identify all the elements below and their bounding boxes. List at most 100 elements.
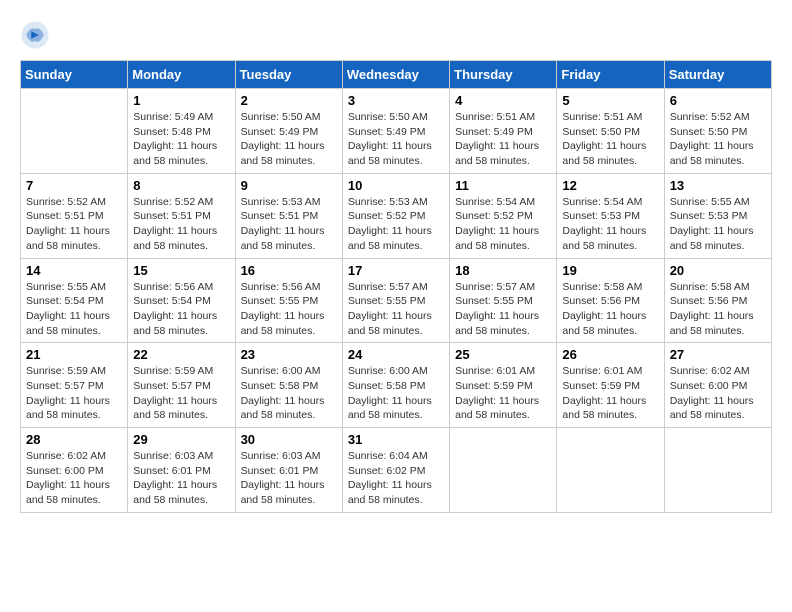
day-number: 5 [562,93,658,108]
day-number: 7 [26,178,122,193]
day-number: 13 [670,178,766,193]
day-info: Sunrise: 6:03 AM Sunset: 6:01 PM Dayligh… [133,449,229,508]
day-number: 23 [241,347,337,362]
day-number: 14 [26,263,122,278]
calendar-cell: 13Sunrise: 5:55 AM Sunset: 5:53 PM Dayli… [664,173,771,258]
day-number: 30 [241,432,337,447]
calendar-cell: 22 Sunrise: 5:59 AM Sunset: 5:57 PM Dayli… [128,343,235,428]
day-info: Sunrise: 5:53 AM Sunset: 5:52 PM Dayligh… [348,195,444,254]
calendar-cell: 5Sunrise: 5:51 AM Sunset: 5:50 PM Daylig… [557,89,664,174]
calendar-cell: 20 Sunrise: 5:58 AM Sunset: 5:56 PM Dayli… [664,258,771,343]
day-info: Sunrise: 5:57 AM Sunset: 5:55 PM Dayligh… [455,280,551,339]
day-number: 6 [670,93,766,108]
calendar-cell: 28 Sunrise: 6:02 AM Sunset: 6:00 PM Dayli… [21,428,128,513]
day-info: Sunrise: 5:49 AM Sunset: 5:48 PM Dayligh… [133,110,229,169]
day-number: 16 [241,263,337,278]
day-number: 19 [562,263,658,278]
day-number: 12 [562,178,658,193]
day-info: Sunrise: 5:58 AM Sunset: 5:56 PM Dayligh… [562,280,658,339]
day-number: 1 [133,93,229,108]
calendar-cell: 4 Sunrise: 5:51 AM Sunset: 5:49 PM Daylig… [450,89,557,174]
calendar-cell: 10 Sunrise: 5:53 AM Sunset: 5:52 PM Dayli… [342,173,449,258]
calendar-cell: 29 Sunrise: 6:03 AM Sunset: 6:01 PM Dayli… [128,428,235,513]
day-info: Sunrise: 6:01 AM Sunset: 5:59 PM Dayligh… [562,364,658,423]
day-info: Sunrise: 5:59 AM Sunset: 5:57 PM Dayligh… [133,364,229,423]
calendar-cell: 26 Sunrise: 6:01 AM Sunset: 5:59 PM Dayli… [557,343,664,428]
calendar-week-row: 7 Sunrise: 5:52 AM Sunset: 5:51 PM Daylig… [21,173,772,258]
day-number: 31 [348,432,444,447]
day-number: 27 [670,347,766,362]
calendar-cell: 6 Sunrise: 5:52 AM Sunset: 5:50 PM Daylig… [664,89,771,174]
day-number: 24 [348,347,444,362]
calendar-cell [557,428,664,513]
day-info: Sunrise: 5:58 AM Sunset: 5:56 PM Dayligh… [670,280,766,339]
calendar-table: SundayMondayTuesdayWednesdayThursdayFrid… [20,60,772,513]
day-info: Sunrise: 6:03 AM Sunset: 6:01 PM Dayligh… [241,449,337,508]
day-info: Sunrise: 5:50 AM Sunset: 5:49 PM Dayligh… [241,110,337,169]
day-number: 2 [241,93,337,108]
calendar-cell: 23 Sunrise: 6:00 AM Sunset: 5:58 PM Dayli… [235,343,342,428]
day-info: Sunrise: 5:56 AM Sunset: 5:54 PM Dayligh… [133,280,229,339]
day-number: 18 [455,263,551,278]
calendar-cell: 16Sunrise: 5:56 AM Sunset: 5:55 PM Dayli… [235,258,342,343]
day-number: 28 [26,432,122,447]
column-header-saturday: Saturday [664,61,771,89]
calendar-cell: 7 Sunrise: 5:52 AM Sunset: 5:51 PM Daylig… [21,173,128,258]
day-info: Sunrise: 5:54 AM Sunset: 5:52 PM Dayligh… [455,195,551,254]
column-header-sunday: Sunday [21,61,128,89]
logo-icon [20,20,50,50]
day-number: 10 [348,178,444,193]
day-number: 29 [133,432,229,447]
calendar-cell: 31Sunrise: 6:04 AM Sunset: 6:02 PM Dayli… [342,428,449,513]
day-info: Sunrise: 5:51 AM Sunset: 5:49 PM Dayligh… [455,110,551,169]
column-header-friday: Friday [557,61,664,89]
calendar-cell: 21 Sunrise: 5:59 AM Sunset: 5:57 PM Dayli… [21,343,128,428]
calendar-cell: 15Sunrise: 5:56 AM Sunset: 5:54 PM Dayli… [128,258,235,343]
column-header-tuesday: Tuesday [235,61,342,89]
calendar-cell: 19 Sunrise: 5:58 AM Sunset: 5:56 PM Dayli… [557,258,664,343]
calendar-cell: 18 Sunrise: 5:57 AM Sunset: 5:55 PM Dayli… [450,258,557,343]
calendar-cell: 17 Sunrise: 5:57 AM Sunset: 5:55 PM Dayli… [342,258,449,343]
day-number: 22 [133,347,229,362]
day-info: Sunrise: 6:02 AM Sunset: 6:00 PM Dayligh… [670,364,766,423]
page-header [20,20,772,50]
calendar-week-row: 1 Sunrise: 5:49 AM Sunset: 5:48 PM Daylig… [21,89,772,174]
calendar-cell: 30 Sunrise: 6:03 AM Sunset: 6:01 PM Dayli… [235,428,342,513]
day-info: Sunrise: 5:52 AM Sunset: 5:50 PM Dayligh… [670,110,766,169]
day-number: 26 [562,347,658,362]
logo [20,20,54,50]
calendar-cell: 14 Sunrise: 5:55 AM Sunset: 5:54 PM Dayli… [21,258,128,343]
calendar-header-row: SundayMondayTuesdayWednesdayThursdayFrid… [21,61,772,89]
day-info: Sunrise: 5:59 AM Sunset: 5:57 PM Dayligh… [26,364,122,423]
calendar-cell: 1 Sunrise: 5:49 AM Sunset: 5:48 PM Daylig… [128,89,235,174]
day-info: Sunrise: 6:01 AM Sunset: 5:59 PM Dayligh… [455,364,551,423]
calendar-cell [664,428,771,513]
day-number: 11 [455,178,551,193]
day-number: 20 [670,263,766,278]
day-number: 3 [348,93,444,108]
calendar-cell [21,89,128,174]
day-number: 8 [133,178,229,193]
calendar-cell: 25 Sunrise: 6:01 AM Sunset: 5:59 PM Dayli… [450,343,557,428]
day-number: 21 [26,347,122,362]
day-info: Sunrise: 6:00 AM Sunset: 5:58 PM Dayligh… [241,364,337,423]
calendar-cell: 12 Sunrise: 5:54 AM Sunset: 5:53 PM Dayli… [557,173,664,258]
day-number: 9 [241,178,337,193]
column-header-monday: Monday [128,61,235,89]
day-info: Sunrise: 5:55 AM Sunset: 5:54 PM Dayligh… [26,280,122,339]
calendar-week-row: 14 Sunrise: 5:55 AM Sunset: 5:54 PM Dayli… [21,258,772,343]
calendar-week-row: 21 Sunrise: 5:59 AM Sunset: 5:57 PM Dayli… [21,343,772,428]
day-number: 4 [455,93,551,108]
day-info: Sunrise: 6:02 AM Sunset: 6:00 PM Dayligh… [26,449,122,508]
calendar-cell: 27 Sunrise: 6:02 AM Sunset: 6:00 PM Dayli… [664,343,771,428]
day-number: 25 [455,347,551,362]
calendar-cell [450,428,557,513]
calendar-cell: 11 Sunrise: 5:54 AM Sunset: 5:52 PM Dayli… [450,173,557,258]
day-info: Sunrise: 5:53 AM Sunset: 5:51 PM Dayligh… [241,195,337,254]
day-info: Sunrise: 5:52 AM Sunset: 5:51 PM Dayligh… [26,195,122,254]
day-number: 17 [348,263,444,278]
calendar-week-row: 28 Sunrise: 6:02 AM Sunset: 6:00 PM Dayli… [21,428,772,513]
day-info: Sunrise: 5:57 AM Sunset: 5:55 PM Dayligh… [348,280,444,339]
day-info: Sunrise: 5:50 AM Sunset: 5:49 PM Dayligh… [348,110,444,169]
day-info: Sunrise: 5:54 AM Sunset: 5:53 PM Dayligh… [562,195,658,254]
